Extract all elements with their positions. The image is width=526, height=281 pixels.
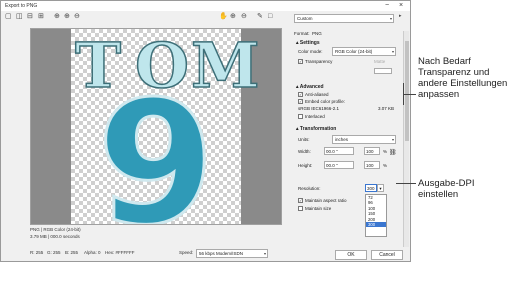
resolution-label: Resolution: (298, 186, 321, 191)
format-value: PNG (312, 31, 322, 36)
chevron-down-icon: ▾ (263, 251, 266, 256)
chevron-right-icon[interactable]: ▸ (399, 12, 402, 21)
profile-size: 3.07 KB (378, 106, 395, 111)
callout-line: einstellen (418, 189, 459, 200)
callout-line: Nach Bedarf (418, 56, 471, 67)
maintain-aspect-label: Maintain aspect ratio (305, 198, 347, 203)
export-dialog: Export to PNG − × ▢ ◫ ⊟ ⊞ ⊕ ⊕ ⊖ ✋ ⊕ ⊖ ✎ … (0, 0, 411, 262)
zoom-one-icon[interactable]: ⊖ (241, 12, 247, 21)
height-input[interactable]: 00.0 " (324, 161, 354, 169)
color-mode-label: Color mode: (298, 49, 323, 54)
maintain-size-label: Maintain size (305, 206, 332, 211)
speed-dropdown[interactable]: 56 kbps Modem/ISDN ▾ (196, 249, 268, 258)
zoom-fit-icon[interactable]: ⊕ (230, 12, 236, 21)
preset-value: Custom (297, 16, 313, 21)
pan-icon[interactable]: ✋ (219, 12, 228, 21)
format-label: Format: (294, 31, 310, 36)
maintain-size-checkbox[interactable] (298, 206, 303, 211)
speed-label: Speed: (179, 250, 194, 255)
width-percent-sign: % (383, 149, 388, 154)
callout-line: anpassen (418, 89, 460, 100)
color-mode-dropdown[interactable]: RGB Color (24-bit) ▾ (332, 47, 396, 56)
resolution-dropdown-button[interactable]: ▾ (377, 184, 384, 192)
resolution-options-list[interactable]: 72 96 100 150 200 300 (365, 194, 387, 237)
width-input[interactable]: 00.0 " (324, 147, 354, 155)
callout-line: Ausgabe-DPI (418, 178, 475, 189)
color-mode-value: RGB Color (24-bit) (335, 49, 373, 54)
resolution-value: 300 (367, 186, 375, 191)
background-color-icon[interactable]: □ (268, 12, 272, 21)
callout-bottom: Ausgabe-DPI einstellen (418, 178, 475, 200)
callout-line: Transparenz und (418, 67, 490, 78)
callout-line: andere Einstellungen (418, 78, 508, 89)
eyedropper-icon[interactable]: ✎ (257, 12, 263, 21)
chevron-down-icon: ▾ (391, 49, 394, 54)
panel-scrollbar[interactable] (403, 31, 409, 247)
matte-label: Matte (374, 59, 386, 64)
callout-line-top (403, 94, 416, 95)
scrollbar-thumb[interactable] (405, 41, 409, 141)
embed-profile-checkbox[interactable]: ✓ (298, 99, 303, 104)
profile-name: sRGB IEC61966-2.1 (298, 106, 340, 111)
maintain-aspect-checkbox[interactable]: ✓ (298, 198, 303, 203)
zoom-out-icon[interactable]: ⊖ (74, 12, 80, 21)
preset-dropdown[interactable]: Custom ▾ (294, 14, 394, 23)
resolution-input[interactable]: 300 (365, 184, 377, 192)
width-percent-input[interactable]: 100 (364, 147, 380, 155)
width-value: 00.0 " (326, 149, 338, 154)
transformation-section-title[interactable]: ▴ Transformation (296, 126, 336, 132)
units-dropdown[interactable]: inches ▾ (332, 135, 396, 144)
interlaced-checkbox[interactable] (298, 114, 303, 119)
status-alpha: Alpha: 0 (84, 250, 101, 255)
split-view-vertical-icon[interactable]: ◫ (16, 12, 23, 21)
zoom-in-icon[interactable]: ⊕ (64, 12, 70, 21)
window-title: Export to PNG (5, 3, 38, 9)
units-value: inches (335, 137, 349, 142)
resolution-option-selected[interactable]: 300 (366, 221, 386, 228)
callout-top: Nach Bedarf Transparenz und andere Einst… (418, 56, 507, 100)
units-label: Units: (298, 137, 310, 142)
interlaced-label: Interlaced (305, 114, 325, 119)
cancel-button[interactable]: Cancel (371, 250, 403, 260)
close-button[interactable]: × (399, 2, 403, 10)
status-g: G: 255 (47, 250, 61, 255)
settings-section-title[interactable]: ▴ Settings (296, 40, 320, 46)
anti-aliased-checkbox[interactable]: ✓ (298, 92, 303, 97)
height-percent-input[interactable]: 100 (364, 161, 380, 169)
height-percent-value: 100 (366, 163, 374, 168)
height-label: Height: (298, 163, 313, 168)
status-b: B: 255 (65, 250, 79, 255)
single-view-icon[interactable]: ▢ (5, 12, 12, 21)
transparency-checkbox[interactable]: ✓ (298, 59, 303, 64)
status-hex: Hex: #FFFFFF (105, 250, 135, 255)
title-bar: Export to PNG − × (1, 1, 410, 11)
status-r: R: 255 (30, 250, 44, 255)
split-view-horizontal-icon[interactable]: ⊟ (27, 12, 33, 21)
height-value: 00.0 " (326, 163, 338, 168)
callout-line-bottom (396, 183, 416, 184)
width-percent-value: 100 (366, 149, 374, 154)
image-preview[interactable]: T O M 9 (30, 28, 282, 225)
height-percent-sign: % (383, 163, 388, 168)
info-format: PNG | RGB Color (24-bit) (30, 227, 81, 232)
chevron-down-icon: ▾ (389, 16, 392, 21)
chevron-down-icon: ▾ (391, 137, 394, 142)
chevron-down-icon: ▾ (379, 186, 382, 191)
preview-number: 9 (95, 65, 216, 225)
zoom-icon[interactable]: ⊕ (54, 12, 60, 21)
ok-button[interactable]: OK (335, 250, 367, 260)
speed-value: 56 kbps Modem/ISDN (199, 251, 244, 256)
link-proportions-icon[interactable]: ⛓ (389, 149, 397, 156)
matte-color-swatch[interactable] (374, 68, 392, 74)
width-label: Width: (298, 149, 311, 154)
advanced-section-title[interactable]: ▴ Advanced (296, 84, 324, 90)
toolbar: ▢ ◫ ⊟ ⊞ ⊕ ⊕ ⊖ ✋ ⊕ ⊖ ✎ □ Custom ▾ ▸ (1, 12, 410, 24)
embed-profile-label: Embed color profile: (305, 99, 346, 104)
minimize-button[interactable]: − (385, 2, 389, 10)
quad-view-icon[interactable]: ⊞ (38, 12, 44, 21)
info-size: 3.79 MB | 000.0 seconds (30, 234, 80, 239)
anti-aliased-label: Anti-aliased (305, 92, 329, 97)
transparency-label: Transparency (305, 59, 333, 64)
